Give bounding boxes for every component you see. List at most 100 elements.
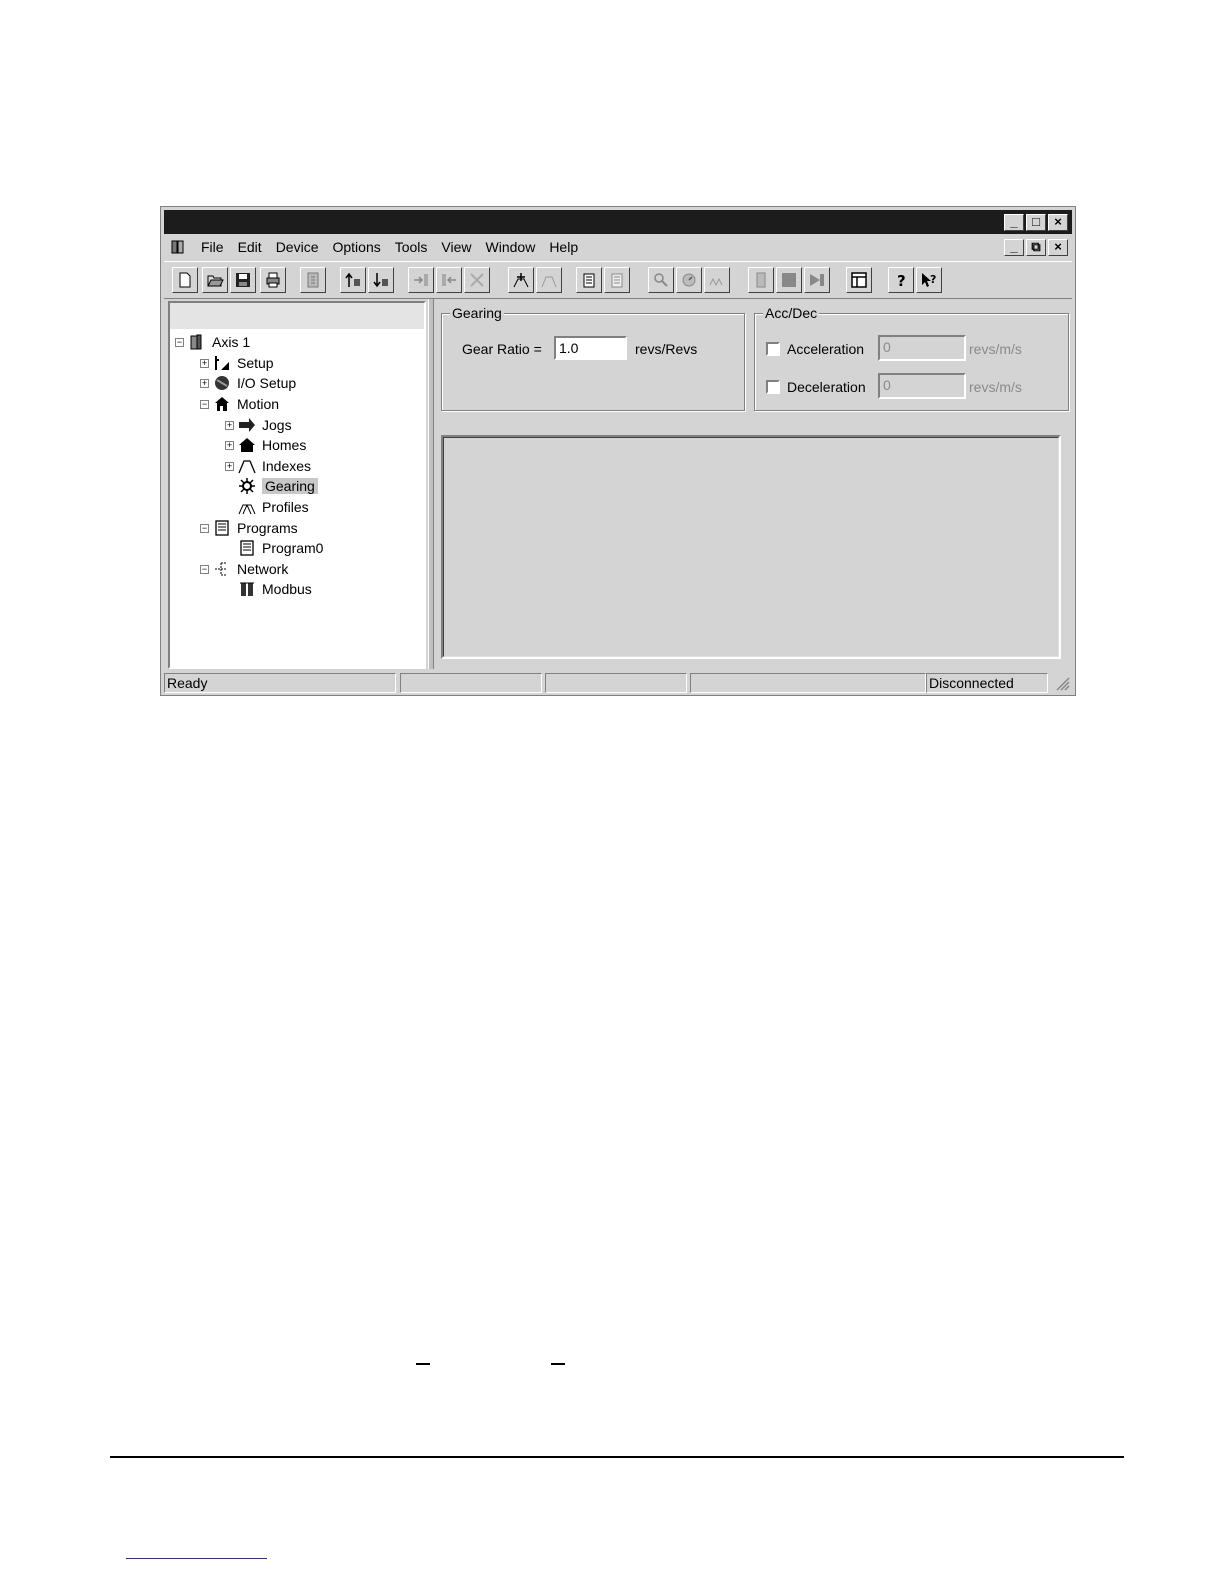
connect-button[interactable] — [408, 267, 434, 293]
tree-node-network[interactable]: − Network — [200, 559, 288, 579]
motion-profile-button[interactable] — [536, 267, 562, 293]
menu-window[interactable]: Window — [479, 239, 543, 255]
expander-plus[interactable]: + — [200, 358, 209, 368]
resize-grip-icon[interactable] — [1055, 676, 1070, 691]
expander-plus[interactable]: + — [225, 440, 234, 450]
add-program-button[interactable] — [576, 267, 602, 293]
tree-node-io-setup[interactable]: + I/O Setup — [200, 373, 296, 393]
panel-view-button[interactable] — [846, 267, 872, 293]
application-window: _ □ × File Edit Device Options Tools Vie… — [160, 206, 1076, 696]
add-index-button[interactable] — [508, 267, 534, 293]
menu-bar: File Edit Device Options Tools View Wind… — [164, 235, 1072, 259]
stop-button[interactable] — [776, 267, 802, 293]
new-file-button[interactable] — [172, 267, 198, 293]
modbus-icon — [240, 582, 254, 596]
upload-button[interactable] — [340, 267, 366, 293]
device-properties-button[interactable] — [300, 267, 326, 293]
tree-node-profiles[interactable]: Profiles — [238, 497, 309, 517]
tree-node-axis[interactable]: − Axis 1 — [175, 332, 250, 352]
menu-tools[interactable]: Tools — [388, 239, 435, 255]
toolbar: ? ? — [164, 261, 1072, 299]
tree-node-jogs[interactable]: + Jogs — [225, 415, 292, 435]
page-rule — [110, 1456, 1124, 1458]
accdec-group-title: Acc/Dec — [763, 305, 820, 321]
child-close-button[interactable]: × — [1048, 239, 1068, 256]
context-help-button[interactable]: ? — [916, 267, 942, 293]
status-text: Ready — [164, 673, 396, 693]
tree-node-motion[interactable]: − Motion — [200, 394, 279, 414]
tree-node-label-selected: Gearing — [262, 478, 318, 494]
tree-node-label: I/O Setup — [237, 375, 297, 391]
expander-minus[interactable]: − — [200, 399, 209, 409]
underline-mark — [551, 1363, 565, 1365]
print-button[interactable] — [260, 267, 286, 293]
acceleration-input[interactable]: 0 — [878, 335, 966, 361]
tree-node-gearing[interactable]: Gearing — [238, 476, 318, 496]
tree-node-label: Homes — [262, 437, 307, 453]
network-icon — [215, 562, 227, 576]
expander-minus[interactable]: − — [200, 523, 209, 533]
stop-comm-button[interactable] — [464, 267, 490, 293]
scope-button[interactable] — [704, 267, 730, 293]
watch-button[interactable] — [648, 267, 674, 293]
diagnostics-button[interactable] — [676, 267, 702, 293]
scope-icon — [709, 277, 723, 287]
profile-icon — [541, 276, 557, 288]
close-button[interactable]: × — [1048, 214, 1068, 231]
profiles-icon — [238, 504, 256, 515]
menu-edit[interactable]: Edit — [231, 239, 269, 255]
menu-file[interactable]: File — [194, 239, 231, 255]
child-restore-button[interactable]: ⧉ — [1026, 239, 1046, 256]
expander-minus[interactable]: − — [175, 337, 184, 347]
child-minimize-button[interactable]: _ — [1004, 239, 1024, 256]
tree-node-modbus[interactable]: Modbus — [238, 579, 312, 599]
status-pane-2 — [400, 673, 542, 693]
run-button[interactable] — [804, 267, 830, 293]
expander-plus[interactable]: + — [225, 420, 234, 430]
context-help-icon: ? — [922, 273, 936, 287]
tree-node-indexes[interactable]: + Indexes — [225, 456, 311, 476]
minimize-button[interactable]: _ — [1004, 214, 1024, 231]
connect-icon — [414, 274, 428, 286]
download-button[interactable] — [368, 267, 394, 293]
upload-icon — [345, 272, 360, 287]
tree-node-label: Jogs — [262, 417, 292, 433]
deceleration-label: Deceleration — [787, 379, 866, 395]
index-profile-icon — [238, 460, 256, 474]
tree-node-setup[interactable]: + Setup — [200, 353, 274, 373]
expander-plus[interactable]: + — [200, 378, 209, 388]
splitter-handle[interactable] — [428, 299, 434, 669]
disconnect-button[interactable] — [436, 267, 462, 293]
folder-open-icon — [207, 275, 224, 287]
open-file-button[interactable] — [202, 267, 228, 293]
title-bar[interactable]: _ □ × — [164, 210, 1072, 234]
deceleration-checkbox[interactable] — [766, 380, 780, 394]
save-icon — [236, 273, 250, 287]
printer-icon — [266, 272, 280, 288]
tree-node-homes[interactable]: + Homes — [225, 435, 306, 455]
help-button[interactable]: ? — [888, 267, 914, 293]
status-pane-4 — [690, 673, 926, 693]
menu-view[interactable]: View — [434, 239, 478, 255]
io-icon — [215, 376, 229, 390]
save-button[interactable] — [230, 267, 256, 293]
copy-program-button[interactable] — [604, 267, 630, 293]
gear-ratio-input[interactable]: 1.0 — [554, 336, 627, 360]
expander-plus[interactable]: + — [225, 461, 234, 471]
maximize-button[interactable]: □ — [1026, 214, 1046, 231]
tree-node-programs[interactable]: − Programs — [200, 518, 298, 538]
tree-node-label: Axis 1 — [212, 334, 251, 350]
deceleration-input[interactable]: 0 — [878, 373, 966, 399]
tree-node-program0[interactable]: Program0 — [238, 538, 323, 558]
tree-node-label: Indexes — [262, 458, 312, 474]
menu-device[interactable]: Device — [269, 239, 326, 255]
status-bar: Ready Disconnected — [164, 673, 1072, 693]
menu-options[interactable]: Options — [325, 239, 387, 255]
tree-node-label: Profiles — [262, 499, 309, 515]
expander-minus[interactable]: − — [200, 564, 209, 574]
program-file-icon — [240, 540, 254, 556]
acceleration-checkbox[interactable] — [766, 342, 780, 356]
menu-help[interactable]: Help — [542, 239, 585, 255]
tree-view[interactable]: − Axis 1 + Setup + I/O Setup − Motion + … — [168, 301, 426, 669]
enable-button[interactable] — [748, 267, 774, 293]
